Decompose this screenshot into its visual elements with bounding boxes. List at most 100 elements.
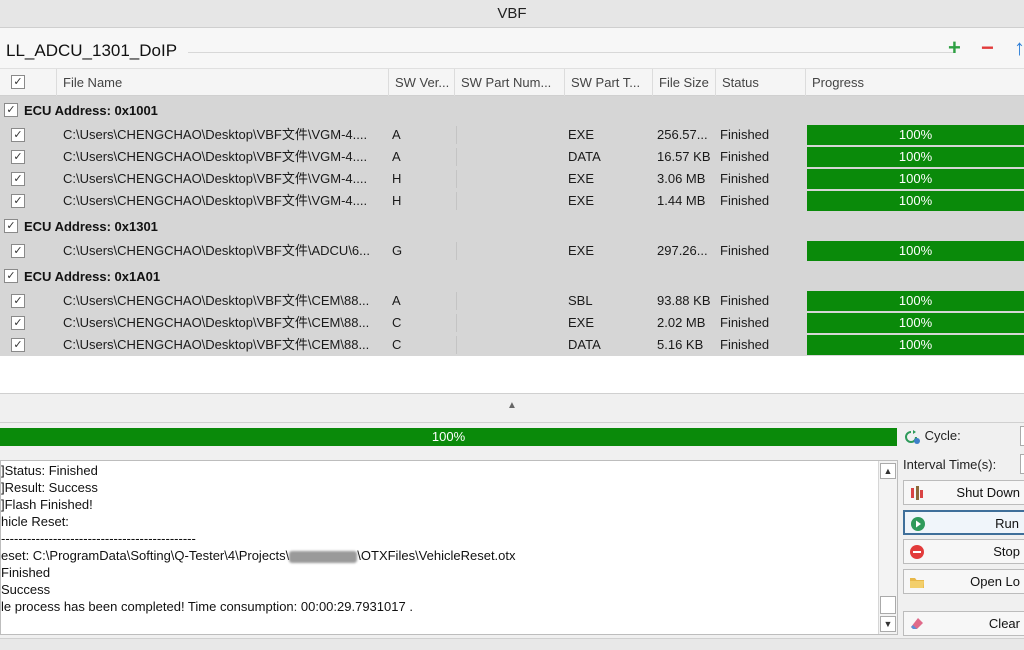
- group-label: ECU Address: 0x1001: [24, 103, 158, 118]
- project-divider: [188, 52, 954, 53]
- redacted-region: [289, 550, 358, 563]
- column-progress[interactable]: Progress: [806, 69, 1024, 96]
- cell-sw-part-type: EXE: [568, 243, 595, 258]
- table-row[interactable]: ✓ C:\Users\CHENGCHAO\Desktop\VBF文件\VGM-4…: [0, 124, 1024, 146]
- cell-status: Finished: [720, 149, 770, 164]
- cycle-label: Cycle:: [924, 428, 961, 443]
- interval-input[interactable]: [1020, 454, 1024, 474]
- row-checkbox[interactable]: ✓: [11, 172, 25, 186]
- cell-file-name: C:\Users\CHENGCHAO\Desktop\VBF文件\ADCU\6.…: [63, 243, 370, 258]
- cell-status: Finished: [720, 127, 770, 142]
- cell-separator: [456, 192, 457, 210]
- cell-file-name: C:\Users\CHENGCHAO\Desktop\VBF文件\VGM-4..…: [63, 171, 368, 186]
- scroll-up-icon[interactable]: ▲: [880, 463, 896, 479]
- cell-sw-version: H: [392, 193, 402, 208]
- open-log-button[interactable]: Open Lo: [903, 569, 1024, 594]
- window-title-bar: VBF: [0, 0, 1024, 28]
- row-checkbox[interactable]: ✓: [11, 128, 25, 142]
- cell-sw-version: C: [392, 315, 402, 330]
- column-sw-part-type[interactable]: SW Part T...: [565, 69, 653, 96]
- group-checkbox[interactable]: ✓: [4, 219, 18, 233]
- log-line: ]Status: Finished: [1, 463, 98, 478]
- cell-file-size: 16.57 KB: [657, 149, 711, 164]
- table-row[interactable]: ✓ C:\Users\CHENGCHAO\Desktop\VBF文件\CEM\8…: [0, 334, 1024, 356]
- scrollbar-thumb[interactable]: [880, 596, 896, 614]
- group-header-0x1001[interactable]: ✓ ECU Address: 0x1001: [0, 96, 1024, 124]
- table-row[interactable]: ✓ C:\Users\CHENGCHAO\Desktop\VBF文件\VGM-4…: [0, 190, 1024, 212]
- row-checkbox[interactable]: ✓: [11, 150, 25, 164]
- group-checkbox[interactable]: ✓: [4, 103, 18, 117]
- cell-sw-version: A: [392, 293, 401, 308]
- cell-separator: [456, 170, 457, 188]
- cycle-row: Cycle:: [903, 428, 961, 445]
- row-progress-bar: 100%: [807, 291, 1024, 311]
- log-output[interactable]: ]Status: Finished ]Result: Success ]Flas…: [0, 460, 898, 635]
- stop-button[interactable]: Stop: [903, 539, 1024, 564]
- column-sw-part-number[interactable]: SW Part Num...: [455, 69, 565, 96]
- column-file-name[interactable]: File Name: [57, 69, 389, 96]
- cell-sw-version: G: [392, 243, 403, 258]
- cell-separator: [456, 336, 457, 354]
- group-checkbox[interactable]: ✓: [4, 269, 18, 283]
- column-sw-version[interactable]: SW Ver...: [389, 69, 455, 96]
- interval-label: Interval Time(s):: [903, 457, 997, 472]
- cell-file-name: C:\Users\CHENGCHAO\Desktop\VBF文件\CEM\88.…: [63, 315, 370, 330]
- row-checkbox[interactable]: ✓: [11, 194, 25, 208]
- group-header-0x1a01[interactable]: ✓ ECU Address: 0x1A01: [0, 262, 1024, 290]
- table-row[interactable]: ✓ C:\Users\CHENGCHAO\Desktop\VBF文件\ADCU\…: [0, 240, 1024, 262]
- column-status[interactable]: Status: [716, 69, 806, 96]
- row-progress-bar: 100%: [807, 241, 1024, 261]
- table-row[interactable]: ✓ C:\Users\CHENGCHAO\Desktop\VBF文件\CEM\8…: [0, 290, 1024, 312]
- cell-file-size: 297.26...: [657, 243, 708, 258]
- cell-file-name: C:\Users\CHENGCHAO\Desktop\VBF文件\CEM\88.…: [63, 337, 370, 352]
- cell-sw-part-type: EXE: [568, 127, 595, 142]
- add-icon[interactable]: +: [948, 36, 961, 60]
- log-path-prefix: eset: C:\ProgramData\Softing\Q-Tester\4\…: [1, 548, 290, 563]
- chevron-up-icon[interactable]: ▲: [507, 400, 517, 411]
- cell-status: Finished: [720, 243, 770, 258]
- log-line: le process has been completed! Time cons…: [1, 599, 413, 614]
- cell-sw-part-type: EXE: [568, 315, 595, 330]
- table-row[interactable]: ✓ C:\Users\CHENGCHAO\Desktop\VBF文件\VGM-4…: [0, 168, 1024, 190]
- cell-file-name: C:\Users\CHENGCHAO\Desktop\VBF文件\CEM\88.…: [63, 293, 370, 308]
- header-select-all[interactable]: ✓: [0, 69, 57, 96]
- log-line: eset: C:\ProgramData\Softing\Q-Tester\4\…: [1, 547, 516, 564]
- remove-icon[interactable]: −: [981, 36, 994, 60]
- log-scrollbar[interactable]: ▲ ▼: [878, 461, 897, 634]
- run-label: Run: [995, 516, 1019, 531]
- row-checkbox[interactable]: ✓: [11, 338, 25, 352]
- cell-file-name: C:\Users\CHENGCHAO\Desktop\VBF文件\VGM-4..…: [63, 193, 368, 208]
- row-checkbox[interactable]: ✓: [11, 316, 25, 330]
- row-progress-bar: 100%: [807, 191, 1024, 211]
- scroll-down-icon[interactable]: ▼: [880, 616, 896, 632]
- panel-splitter[interactable]: ▲: [0, 393, 1024, 423]
- cell-file-size: 3.06 MB: [657, 171, 706, 186]
- select-all-checkbox[interactable]: ✓: [11, 75, 25, 89]
- log-line: hicle Reset:: [1, 514, 69, 529]
- cell-sw-version: C: [392, 337, 402, 352]
- status-bar: [0, 638, 1024, 650]
- cell-file-size: 2.02 MB: [657, 315, 706, 330]
- up-arrow-icon[interactable]: ↑: [1014, 36, 1024, 60]
- log-line: Success: [1, 582, 51, 597]
- column-file-size[interactable]: File Size: [653, 69, 716, 96]
- cell-file-name: C:\Users\CHENGCHAO\Desktop\VBF文件\VGM-4..…: [63, 127, 368, 142]
- shutdown-label: Shut Down: [956, 485, 1020, 500]
- group-header-0x1301[interactable]: ✓ ECU Address: 0x1301: [0, 212, 1024, 240]
- refresh-gear-icon: [905, 429, 920, 444]
- shutdown-button[interactable]: Shut Down: [903, 480, 1024, 505]
- project-title: LL_ADCU_1301_DoIP: [6, 41, 178, 60]
- run-button[interactable]: Run: [903, 510, 1024, 535]
- table-row[interactable]: ✓ C:\Users\CHENGCHAO\Desktop\VBF文件\CEM\8…: [0, 312, 1024, 334]
- cycle-input[interactable]: [1020, 426, 1024, 446]
- cell-sw-part-type: EXE: [568, 171, 595, 186]
- table-row[interactable]: ✓ C:\Users\CHENGCHAO\Desktop\VBF文件\VGM-4…: [0, 146, 1024, 168]
- cell-file-size: 93.88 KB: [657, 293, 711, 308]
- row-checkbox[interactable]: ✓: [11, 244, 25, 258]
- eraser-icon: [911, 618, 923, 629]
- log-path-suffix: \OTXFiles\VehicleReset.otx: [357, 548, 516, 563]
- row-checkbox[interactable]: ✓: [11, 294, 25, 308]
- project-header: LL_ADCU_1301_DoIP + − ↑: [0, 28, 1024, 68]
- clear-button[interactable]: Clear: [903, 611, 1024, 636]
- log-line: ----------------------------------------…: [1, 531, 196, 546]
